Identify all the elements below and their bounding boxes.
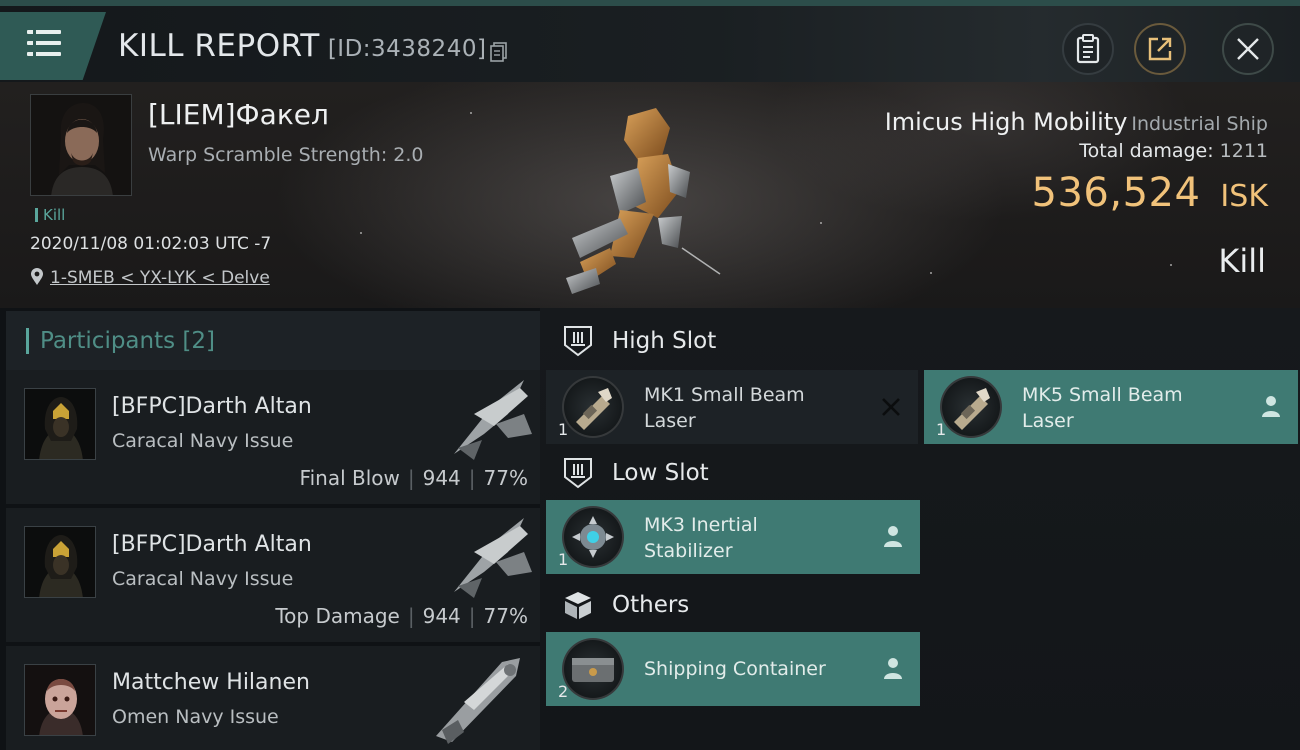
module-name-line1: MK1 Small Beam [644,384,805,406]
participant-avatar[interactable] [24,526,96,598]
ship-class: Industrial Ship [1131,113,1268,135]
participant-percent: 77% [483,466,528,490]
module-icon [562,638,624,700]
clipboard-button[interactable] [1062,23,1114,75]
module-quantity: 2 [558,682,569,701]
module-name: MK3 Inertial Stabilizer [644,512,758,564]
participants-label: Participants [40,328,176,354]
participant-percent: 77% [483,604,528,628]
victim-avatar [31,95,131,195]
menu-button[interactable] [0,12,106,80]
module-item[interactable]: 1 MK5 Small Beam Laser [924,370,1298,444]
module-name-line2: Stabilizer [644,540,733,562]
module-name: MK5 Small Beam Laser [1022,382,1183,434]
location-pin-icon [31,268,43,285]
participants-header: Participants [2] [6,311,540,371]
participant-ship: Caracal Navy Issue [112,568,294,590]
fitting-panel: High Slot 1 MK1 Small Beam Laser 1 MK5 Sm… [540,308,1300,750]
participant-row[interactable]: Mattchew Hilanen Omen Navy Issue [6,646,540,750]
participant-damage: 944 [422,604,461,628]
module-name-line2: Laser [1022,410,1074,432]
low-slot-label: Low Slot [612,460,709,486]
participant-ship-image [454,380,532,460]
victim-portrait[interactable] [30,94,132,196]
kill-result: Kill [1218,242,1266,280]
participant-name[interactable]: Mattchew Hilanen [112,670,310,695]
kill-datetime: 2020/11/08 01:02:03 UTC -7 [30,234,272,254]
others-header: Others [546,576,1300,634]
close-icon [1237,38,1259,60]
participants-panel: Participants [2] [BFPC]Darth Altan Carac… [0,308,540,750]
module-item[interactable]: 2 Shipping Container [546,632,920,706]
module-quantity: 1 [936,420,947,439]
warp-scramble-strength: Warp Scramble Strength: 2.0 [148,144,424,166]
kill-location[interactable]: 1-SMEB < YX-LYK < Delve [30,268,270,288]
report-id: [ID:3438240] [327,36,487,62]
module-quantity: 1 [558,550,569,569]
dropped-person-icon [884,658,902,679]
total-damage-label: Total damage: [1079,140,1214,162]
destroyed-x-icon [882,398,900,416]
page-title: KILL REPORT [ID:3438240] [118,28,486,64]
total-damage: Total damage: 1211 [1079,140,1268,162]
module-name-line1: MK3 Inertial [644,514,758,536]
isk-value: 536,524 ISK [1032,170,1269,216]
header-bar: KILL REPORT [ID:3438240] [0,6,1300,82]
participant-ship-image [436,658,520,744]
close-button[interactable] [1222,23,1274,75]
module-name-line2: Laser [644,410,696,432]
isk-unit: ISK [1220,179,1268,214]
low-slot-icon [564,458,592,489]
participant-avatar[interactable] [24,388,96,460]
high-slot-icon [564,326,592,357]
title-text: KILL REPORT [118,28,320,64]
participant-row[interactable]: [BFPC]Darth Altan Caracal Navy Issue Fin… [6,370,540,504]
ship-name-text: Imicus High Mobility [884,108,1128,136]
victim-ship-name[interactable]: Imicus High Mobility Industrial Ship [885,108,1268,136]
participant-name[interactable]: [BFPC]Darth Altan [112,394,312,419]
high-slot-label: High Slot [612,328,717,354]
module-icon [562,506,624,568]
participant-stats: Top Damage | 944 | 77% [275,604,528,628]
total-damage-value: 1211 [1219,140,1268,162]
module-name: Shipping Container [644,658,826,680]
victim-banner: [LIEM]Факел Warp Scramble Strength: 2.0 … [0,82,1300,308]
module-item[interactable]: 1 MK1 Small Beam Laser [546,370,918,444]
module-name: MK1 Small Beam Laser [644,382,805,434]
participant-ship-image [454,518,532,598]
copy-icon[interactable] [490,42,508,62]
clipboard-icon [1076,34,1100,64]
share-button[interactable] [1134,23,1186,75]
module-icon [940,376,1002,438]
participant-row[interactable]: [BFPC]Darth Altan Caracal Navy Issue Top… [6,508,540,642]
location-link[interactable]: 1-SMEB < YX-LYK < Delve [50,268,270,288]
participant-ship: Omen Navy Issue [112,706,279,728]
participant-role: Top Damage [275,604,400,628]
high-slot-header: High Slot [546,312,1300,370]
share-icon [1148,37,1172,61]
victim-name[interactable]: [LIEM]Факел [148,98,329,131]
participants-count: [2] [182,328,216,354]
victim-ship-image [566,108,721,294]
participant-role: Final Blow [299,466,400,490]
isk-amount: 536,524 [1031,170,1201,216]
module-item[interactable]: 1 MK3 Inertial Stabilizer [546,500,920,574]
module-name-line1: MK5 Small Beam [1022,384,1183,406]
participant-name[interactable]: [BFPC]Darth Altan [112,532,312,557]
cargo-box-icon [565,592,591,619]
low-slot-header: Low Slot [546,444,1300,502]
participant-avatar[interactable] [24,664,96,736]
module-icon [562,376,624,438]
dropped-person-icon [1262,396,1280,417]
dropped-person-icon [884,526,902,547]
module-quantity: 1 [558,420,569,439]
participant-stats: Final Blow | 944 | 77% [299,466,528,490]
others-label: Others [612,592,690,618]
participant-ship: Caracal Navy Issue [112,430,294,452]
kill-tag: Kill [35,206,65,224]
participant-damage: 944 [422,466,461,490]
